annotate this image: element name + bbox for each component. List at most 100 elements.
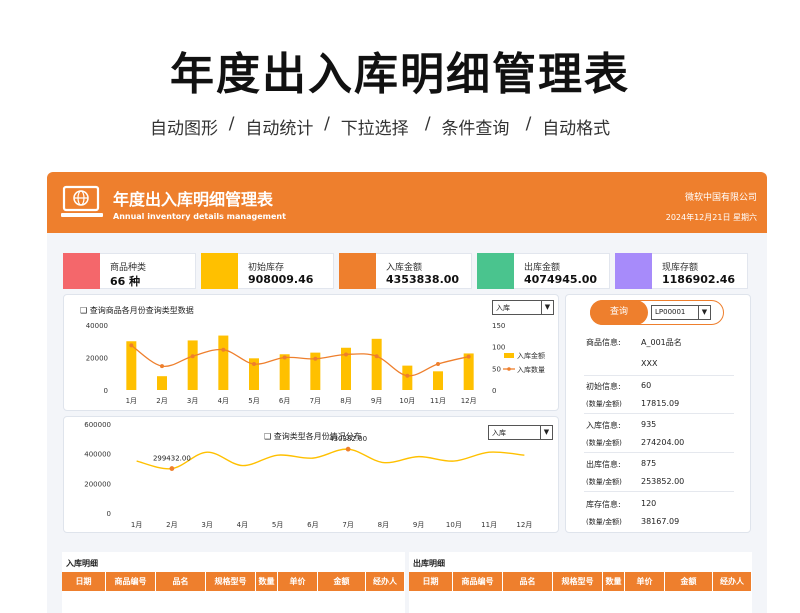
x-tick-label: 1月 [131,521,142,529]
kpi-label: 商品种类 [110,263,147,273]
kpi-card-current-stock: 现库存额 1186902.46 [615,253,748,289]
hero-title: 年度出入库明细管理表 [170,49,630,100]
column-header: 品名 [503,572,553,591]
query-label: 入库信息: [586,421,621,430]
dashboard-title: 年度出入库明细管理表 [113,190,274,209]
highlight-point [345,446,351,452]
kpi-swatch [615,253,652,289]
chart2-svg: 0 200000 400000 600000 1月 2月 3月 4月 5月 6月 7月 8月 9月 10月… [84,421,532,529]
point [129,343,134,348]
query-value: 935 [641,420,657,429]
kpi-value: 4074945.00 [524,273,598,286]
x-tick-label: 12月 [516,521,532,529]
kpi-card-inbound-amount: 入库金额 4353838.00 [339,253,472,289]
product-code-select[interactable]: LP00001 ▼ [651,305,711,320]
x-tick-label: 10月 [446,521,462,529]
point [374,354,379,359]
chevron-down-icon: ▼ [698,306,710,319]
query-card: 查询 LP00001 ▼ 商品信息: A_001品名 XXX 初始信息: 60 … [565,294,751,533]
y2-tick-label: 150 [492,322,505,330]
series-line [136,448,525,470]
x-tick-label: 8月 [340,397,351,405]
column-header: 日期 [62,572,106,591]
x-tick-label: 4月 [237,521,248,529]
query-value: 875 [641,459,657,468]
feature-item: 条件查询 [441,119,510,139]
point [160,364,164,369]
bar [463,353,474,390]
query-value: A_001品名 [641,338,682,347]
query-value: XXX [641,359,658,368]
monitor-globe-icon [61,185,103,217]
x-tick-label: 10月 [399,397,415,405]
point [252,362,256,366]
x-tick-label: 11月 [430,397,446,405]
query-value: 38167.09 [641,517,680,526]
x-tick-label: 11月 [481,521,497,529]
x-tick-label: 3月 [187,397,198,405]
x-tick-label: 1月 [126,397,137,405]
column-header: 经办人 [713,572,752,591]
y2-tick-label: 100 [492,344,505,352]
x-tick-label: 7月 [310,397,321,405]
query-label: 商品信息: [586,338,621,347]
x-tick-label: 2月 [156,397,167,405]
feature-item: 自动图形 [150,119,218,139]
kpi-swatch [477,253,514,289]
column-header: 经办人 [366,572,405,591]
kpi-card-outbound-amount: 出库金额 4074945.00 [477,253,610,289]
y-tick-label: 200000 [84,480,111,488]
y2-tick-label: 0 [492,387,496,395]
company-name: 微软中国有限公司 [684,193,757,203]
query-value: 253852.00 [641,477,685,486]
bar [402,365,413,390]
column-header: 规格型号 [206,572,256,591]
series-line [130,344,469,377]
query-label: (数量/金额) [586,518,622,526]
column-header: 数量 [603,572,625,591]
product-code-value: LP00001 [655,308,686,316]
point [313,356,318,361]
column-header: 商品编号 [453,572,503,591]
dashboard-panel: 年度出入库明细管理表 Annual inventory details mana… [47,172,767,613]
legend-label: 入库数量 [517,365,545,374]
kpi-card-initial-stock: 初始库存 908009.46 [201,253,334,289]
x-tick-label: 3月 [201,521,212,529]
bar [218,335,229,390]
dashboard-subtitle: Annual inventory details management [113,212,286,221]
kpi-value: 66 种 [110,275,141,288]
y-tick-label: 0 [104,387,108,395]
dashboard-header: 年度出入库明细管理表 Annual inventory details mana… [47,172,767,233]
y2-tick-label: 50 [492,365,501,373]
point [436,362,440,366]
query-value: 274204.00 [641,438,685,447]
kpi-label: 初始库存 [248,263,285,273]
data-label: 430382.00 [329,435,367,443]
outbound-table-header: 日期 商品编号 品名 规格型号 数量 单价 金额 经办人 [409,572,752,591]
x-tick-label: 6月 [307,521,318,529]
x-tick-label: 12月 [461,397,477,405]
legend-marker [507,367,511,371]
query-value: 17815.09 [641,399,680,408]
column-header: 金额 [665,572,713,591]
feature-item: 自动格式 [542,119,611,139]
column-header: 商品编号 [106,572,156,591]
query-value: 120 [641,499,657,508]
y-tick-label: 40000 [86,322,108,330]
column-header: 单价 [278,572,318,591]
kpi-value: 908009.46 [248,273,314,286]
point [221,347,226,352]
y-tick-label: 0 [107,510,111,518]
detail-tables: 入库明细 日期 商品编号 品名 规格型号 数量 单价 金额 经办人 出库明细 日… [62,552,752,613]
kpi-label: 现库存额 [662,263,699,273]
x-tick-label: 9月 [413,521,424,529]
bar [187,340,198,390]
query-button[interactable]: 查询 [590,300,648,325]
query-label: (数量/金额) [586,400,622,408]
legend-label: 入库金额 [517,351,545,360]
y-tick-label: 20000 [86,355,108,363]
y-tick-label: 400000 [84,451,111,459]
feature-item: 下拉选择 [340,119,409,139]
kpi-card-product-types: 商品种类 66 种 [63,253,196,289]
column-header: 日期 [409,572,453,591]
